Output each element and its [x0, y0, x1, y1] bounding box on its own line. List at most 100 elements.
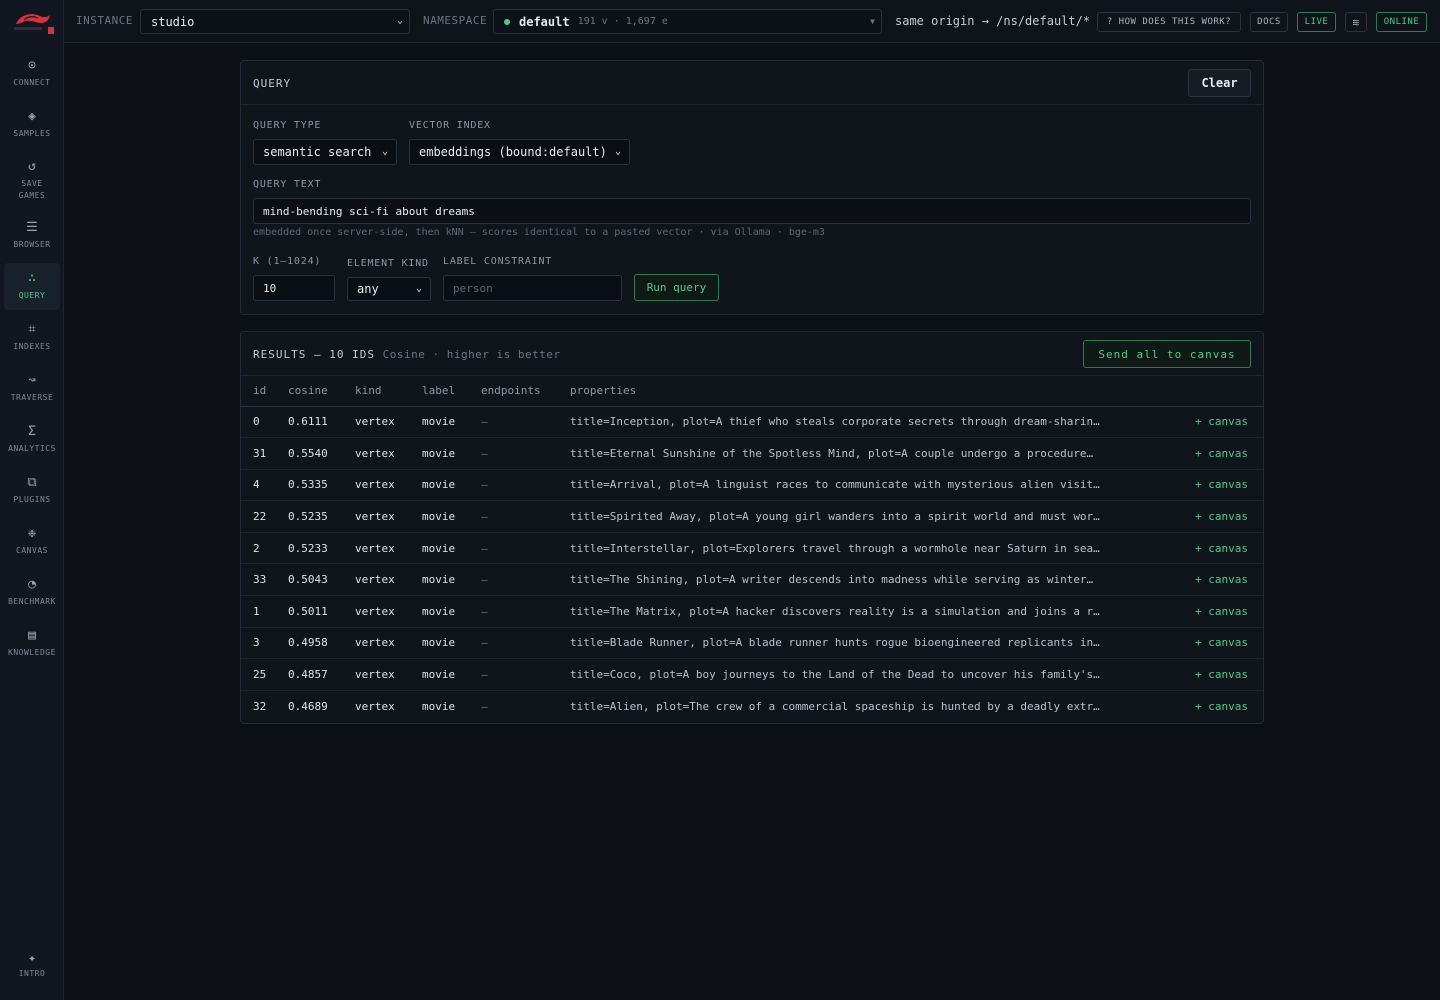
sidebar-item-label: BENCHMARK	[8, 597, 56, 606]
cell-kind: vertex	[343, 532, 410, 565]
table-row[interactable]: 3 0.4958 vertex movie — title=Blade Runner, p…	[241, 627, 1263, 660]
samples-icon: ◈	[28, 109, 36, 124]
chevron-down-icon: ⌄	[381, 146, 388, 157]
sidebar-item-connect[interactable]: ⊙ CONNECT	[4, 50, 60, 97]
cell-id: 1	[241, 595, 276, 628]
column-header[interactable]: endpoints	[469, 376, 558, 407]
send-all-to-canvas-button[interactable]: Send all to canvas	[1083, 340, 1251, 368]
column-header[interactable]: kind	[343, 376, 410, 407]
cell-kind: vertex	[355, 699, 395, 713]
table-row[interactable]: 32 0.4689 vertex movie — title=Alien, plot=Th…	[241, 690, 1263, 722]
cell-label: movie	[410, 595, 469, 628]
add-to-canvas-button[interactable]: + canvas	[1173, 406, 1263, 439]
chevron-down-icon: ⌄	[396, 15, 403, 26]
table-row[interactable]: 22 0.5235 vertex movie — title=Spirited Away,…	[241, 500, 1263, 533]
vector-index-value: embeddings (bound:default)	[419, 145, 607, 159]
sidebar-item-save-games[interactable]: ↺ SAVE GAMES	[4, 152, 60, 208]
clear-button[interactable]: Clear	[1188, 69, 1251, 97]
sidebar-item-benchmark[interactable]: ◔ BENCHMARK	[4, 569, 60, 616]
sidebar-item-intro[interactable]: ✦ INTRO	[4, 944, 60, 984]
canvas-icon: ❉	[28, 526, 36, 541]
sidebar-item-plugins[interactable]: ⧉ PLUGINS	[4, 467, 60, 514]
cell-kind: vertex	[343, 595, 410, 628]
sidebar-item-label: CANVAS	[16, 546, 48, 555]
column-header-actions	[1173, 376, 1263, 407]
add-to-canvas-button[interactable]: + canvas	[1173, 437, 1263, 470]
docs-button[interactable]: DOCS	[1250, 12, 1288, 32]
cell-kind: vertex	[343, 500, 410, 533]
cell-label: movie	[410, 406, 469, 439]
vector-index-select[interactable]: embeddings (bound:default) ⌄	[409, 139, 630, 165]
sidebar-item-label: BROWSER	[13, 240, 51, 249]
cell-id: 4	[241, 469, 276, 502]
table-row[interactable]: 2 0.5233 vertex movie — title=Interstellar, p…	[241, 532, 1263, 565]
sidebar-item-canvas[interactable]: ❉ CANVAS	[4, 518, 60, 565]
query-type-label: QUERY TYPE	[253, 120, 322, 131]
sidebar-item-query[interactable]: ∴ QUERY	[4, 263, 60, 310]
sidebar-item-label: PLUGINS	[13, 495, 51, 504]
results-subtitle: Cosine · higher is better	[382, 348, 561, 361]
k-input[interactable]: 10	[253, 275, 335, 301]
query-type-select[interactable]: semantic search ⌄	[253, 139, 397, 165]
cell-endpoints: —	[481, 699, 488, 713]
query-type-value: semantic search	[263, 145, 372, 159]
table-row[interactable]: 33 0.5043 vertex movie — title=The Shining, p…	[241, 563, 1263, 597]
add-to-canvas-button[interactable]: + canvas	[1173, 469, 1263, 502]
sidebar-item-indexes[interactable]: ⌗ INDEXES	[4, 314, 60, 361]
cell-properties: title=Eternal Sunshine of the Spotless M…	[558, 437, 1173, 470]
add-to-canvas-button[interactable]: + canvas	[1173, 627, 1263, 660]
add-to-canvas-button[interactable]: + canvas	[1173, 500, 1263, 533]
query-panel: QUERY Clear QUERY TYPE semantic search ⌄…	[240, 60, 1264, 315]
query-text-input[interactable]: mind-bending sci-fi about dreams	[253, 198, 1251, 224]
column-header[interactable]: id	[241, 376, 276, 407]
topbar: INSTANCE studio ⌄ NAMESPACE default 191 …	[64, 0, 1440, 43]
add-to-canvas-button[interactable]: + canvas	[1173, 563, 1263, 597]
instance-select[interactable]: studio ⌄	[140, 9, 410, 34]
add-to-canvas-button[interactable]: + canvas	[1173, 658, 1263, 691]
sidebar-item-label: KNOWLEDGE	[8, 648, 56, 657]
logo[interactable]	[0, 0, 63, 43]
cell-kind: vertex	[343, 563, 410, 597]
column-header[interactable]: label	[410, 376, 469, 407]
table-row[interactable]: 1 0.5011 vertex movie — title=The Matrix, plo…	[241, 595, 1263, 628]
element-kind-select[interactable]: any ⌄	[347, 277, 431, 301]
cell-cosine: 0.6111	[276, 406, 343, 439]
theme-icon[interactable]: ≋	[1345, 12, 1367, 32]
help-button[interactable]: ? HOW DOES THIS WORK?	[1097, 12, 1241, 32]
add-to-canvas-button[interactable]: + canvas	[1173, 595, 1263, 628]
vector-index-label: VECTOR INDEX	[409, 120, 491, 131]
sidebar-item-analytics[interactable]: Σ ANALYTICS	[4, 416, 60, 463]
sidebar: ⊙ CONNECT ◈ SAMPLES ↺ SAVE GAMES ☰ BROWSER ∴ QUER…	[0, 0, 64, 1000]
cell-label: movie	[410, 563, 469, 597]
table-row[interactable]: 25 0.4857 vertex movie — title=Coco, plot=A b…	[241, 658, 1263, 691]
cell-endpoints: —	[469, 406, 558, 439]
sidebar-item-browser[interactable]: ☰ BROWSER	[4, 212, 60, 259]
cell-label: movie	[422, 699, 456, 713]
cell-label: movie	[410, 469, 469, 502]
run-query-button[interactable]: Run query	[634, 274, 719, 301]
sidebar-item-traverse[interactable]: ↝ TRAVERSE	[4, 365, 60, 412]
live-button[interactable]: LIVE	[1297, 12, 1336, 32]
table-row[interactable]: 0 0.6111 vertex movie — title=Inception, plot…	[241, 406, 1263, 439]
column-header[interactable]: cosine	[276, 376, 343, 407]
cell-id: 0	[241, 406, 276, 439]
instance-value: studio	[151, 14, 195, 29]
add-to-canvas-button[interactable]: + canvas	[1173, 690, 1263, 722]
table-row[interactable]: 31 0.5540 vertex movie — title=Eternal Sunshi…	[241, 437, 1263, 470]
label-constraint-input[interactable]: person	[443, 275, 622, 301]
instance-label: INSTANCE	[76, 14, 133, 27]
sidebar-item-knowledge[interactable]: ▤ KNOWLEDGE	[4, 620, 60, 667]
sidebar-item-label: SAVE GAMES	[18, 178, 46, 200]
namespace-label: NAMESPACE	[423, 14, 488, 27]
table-row[interactable]: 4 0.5335 vertex movie — title=Arrival, plot=A…	[241, 469, 1263, 502]
chevron-down-icon: ⌄	[614, 146, 621, 157]
add-to-canvas-button[interactable]: + canvas	[1173, 532, 1263, 565]
cell-kind: vertex	[343, 437, 410, 470]
results-panel: RESULTS — 10 IDS Cosine · higher is bett…	[240, 331, 1264, 724]
cell-cosine: 0.5235	[276, 500, 343, 533]
column-header[interactable]: properties	[558, 376, 1173, 407]
cell-cosine: 0.5335	[276, 469, 343, 502]
sidebar-item-samples[interactable]: ◈ SAMPLES	[4, 101, 60, 148]
namespace-select[interactable]: default 191 v · 1,697 e ▼	[493, 9, 882, 34]
cell-cosine: 0.5540	[276, 437, 343, 470]
